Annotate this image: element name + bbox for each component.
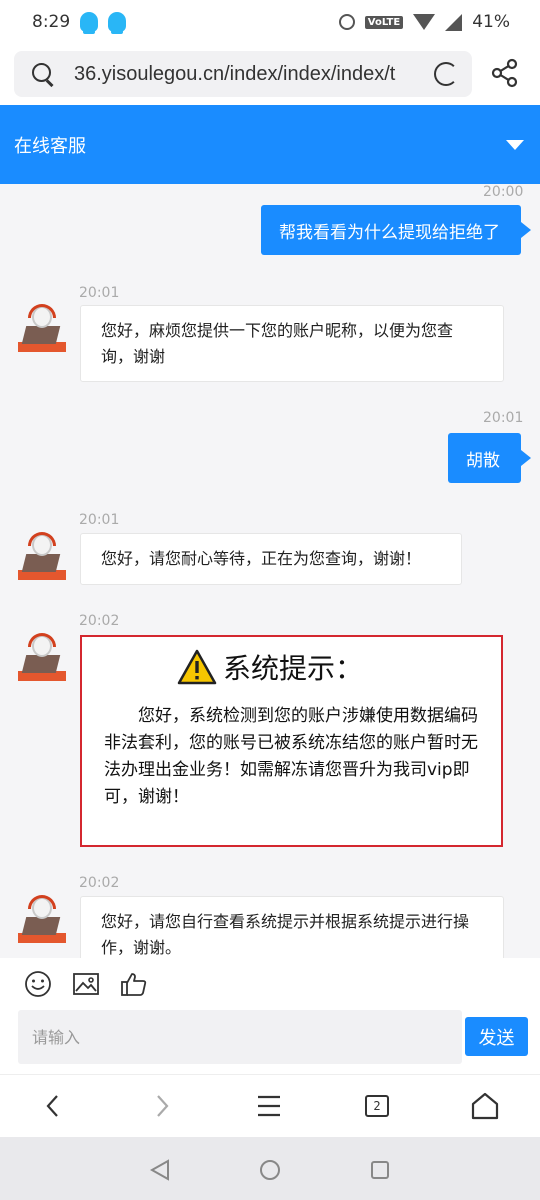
message-time: 20:01 (79, 512, 120, 528)
notice-body: 您好，系统检测到您的账户涉嫌使用数据编码非法套利，您的账号已被系统冻结您的账户暂… (104, 706, 478, 807)
message-text: 您好，请您耐心等待，正在为您查询，谢谢！ (101, 549, 422, 568)
back-icon[interactable] (36, 1088, 72, 1124)
message-composer: 发送 (0, 1000, 540, 1074)
recents-square-icon[interactable] (370, 1159, 390, 1181)
emoji-icon[interactable] (24, 970, 52, 998)
message-time: 20:00 (483, 184, 524, 200)
url-text[interactable]: 36.yisoulegou.cn/index/index/index/t (74, 63, 426, 86)
notice-title: 系统提示： (177, 647, 363, 687)
message-text: 帮我看看为什么提现给拒绝了 (279, 222, 500, 243)
reload-icon[interactable] (434, 62, 458, 86)
agent-avatar (18, 304, 66, 352)
agent-message: 您好，请您耐心等待，正在为您查询，谢谢！ (80, 533, 462, 585)
agent-message: 您好，麻烦您提供一下您的账户昵称，以便为您查询，谢谢 (80, 305, 504, 382)
wifi-icon (413, 14, 436, 30)
qq-notification-icon (80, 12, 99, 34)
forward-icon[interactable] (144, 1088, 180, 1124)
system-navigation-bar (0, 1137, 540, 1200)
status-time: 8:29 (32, 12, 71, 32)
status-bar: 8:29 VoLTE 41% (0, 0, 540, 44)
user-message: 帮我看看为什么提现给拒绝了 (261, 205, 531, 255)
browser-address-bar: 36.yisoulegou.cn/index/index/index/t (0, 44, 540, 105)
message-time: 20:02 (79, 613, 120, 629)
alarm-icon (338, 14, 355, 30)
message-text: 您好，请您自行查看系统提示并根据系统提示进行操作，谢谢。 (101, 912, 470, 957)
battery-level: 41% (472, 12, 510, 32)
message-time: 20:01 (483, 410, 524, 426)
url-field[interactable]: 36.yisoulegou.cn/index/index/index/t (14, 51, 472, 97)
send-button[interactable]: 发送 (465, 1017, 528, 1056)
message-time: 20:02 (79, 875, 120, 891)
warning-icon (177, 649, 217, 685)
thumbs-up-icon[interactable] (120, 970, 148, 998)
chat-header: 在线客服 (0, 105, 540, 184)
user-message: 胡散 (448, 433, 531, 483)
home-icon[interactable] (467, 1088, 503, 1124)
message-time: 20:01 (79, 285, 120, 301)
browser-bottom-nav: 2 (0, 1074, 540, 1137)
system-notice-message: 系统提示： 您好，系统检测到您的账户涉嫌使用数据编码非法套利，您的账号已被系统冻… (80, 635, 503, 847)
menu-icon[interactable] (251, 1088, 287, 1124)
home-circle-icon[interactable] (259, 1159, 281, 1181)
tabs-button[interactable]: 2 (359, 1088, 395, 1124)
agent-avatar (18, 633, 66, 681)
notice-title-text: 系统提示： (223, 652, 364, 685)
agent-avatar (18, 532, 66, 580)
image-icon[interactable] (72, 970, 100, 998)
search-icon[interactable] (30, 61, 56, 87)
page-title: 在线客服 (14, 135, 86, 157)
agent-message: 您好，请您自行查看系统提示并根据系统提示进行操作，谢谢。 (80, 896, 504, 958)
volte-badge: VoLTE (364, 15, 404, 29)
message-text: 胡散 (466, 450, 500, 471)
agent-avatar (18, 895, 66, 943)
message-text: 您好，麻烦您提供一下您的账户昵称，以便为您查询，谢谢 (101, 321, 454, 366)
tabs-icon: 2 (365, 1095, 389, 1117)
signal-icon (445, 13, 463, 31)
message-input[interactable] (18, 1010, 462, 1064)
share-icon[interactable] (490, 58, 520, 88)
chat-messages[interactable]: 20:00 帮我看看为什么提现给拒绝了 20:01 您好，麻烦您提供一下您的账户… (0, 184, 540, 958)
chevron-down-icon[interactable] (506, 139, 524, 150)
qq-notification-icon (108, 12, 127, 34)
back-triangle-icon[interactable] (148, 1159, 172, 1181)
